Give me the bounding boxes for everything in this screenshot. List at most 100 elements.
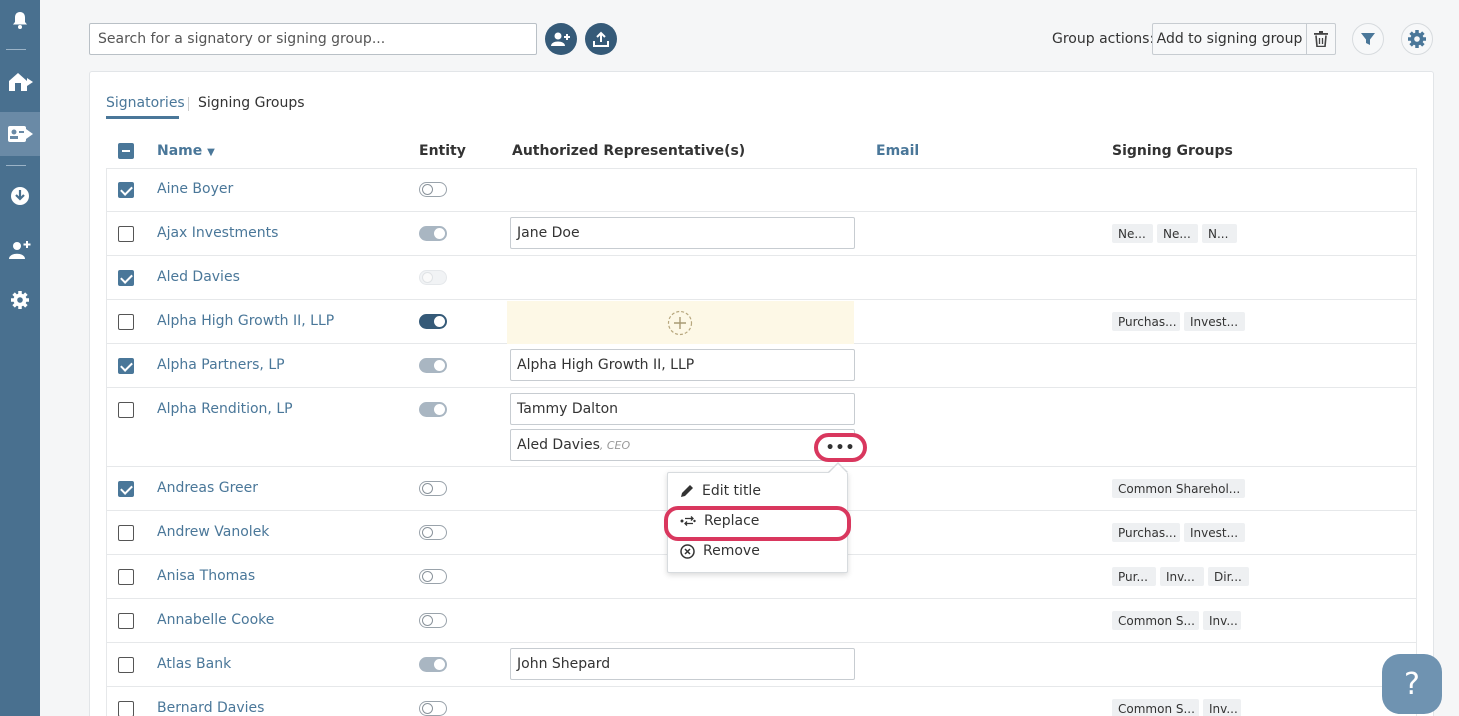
row-checkbox[interactable] [118,270,134,286]
replace-highlight [664,506,851,541]
column-header-authorized-representatives: Authorized Representative(s) [512,143,746,159]
entity-toggle[interactable] [419,569,447,584]
row-checkbox[interactable] [118,226,134,242]
signatory-name-link[interactable]: Andrew Vanolek [157,524,269,540]
signing-group-tag[interactable]: Common S... [1112,611,1199,630]
tab-signatories[interactable]: Signatories [106,95,185,111]
row-checkbox[interactable] [118,402,134,418]
representative-field[interactable]: Aled Davies, CEO [510,429,855,461]
row-checkbox[interactable] [118,613,134,629]
representative-field[interactable]: John Shepard [510,648,855,680]
help-button[interactable]: ? [1382,654,1442,714]
signing-group-tag[interactable]: Invest... [1184,523,1245,542]
menu-item-label: Edit title [702,483,761,499]
column-header-signing-groups: Signing Groups [1112,143,1233,159]
active-tab-indicator [106,116,179,119]
signatory-name-link[interactable]: Alpha High Growth II, LLP [157,313,334,329]
entity-toggle[interactable] [419,657,447,672]
row-checkbox[interactable] [118,657,134,673]
signatory-name-link[interactable]: Annabelle Cooke [157,612,274,628]
sidebar-divider [6,49,26,50]
menu-arrow-inner [829,464,847,473]
signing-group-tag[interactable]: Inv... [1160,567,1204,586]
home-icon[interactable] [0,64,40,100]
sort-desc-icon: ▼ [207,147,215,158]
signing-group-tag[interactable]: Common Sharehol... [1112,479,1245,498]
remove-circle-icon [680,543,695,559]
entity-toggle[interactable] [419,481,447,496]
entity-toggle[interactable] [419,613,447,628]
representative-name: John Shepard [517,656,611,672]
row-checkbox[interactable] [118,569,134,585]
column-header-name[interactable]: Name ▼ [157,143,215,159]
signing-group-tag[interactable]: Invest... [1184,312,1245,331]
add-circle-icon [667,310,693,336]
signatories-icon[interactable] [0,112,40,156]
select-all-checkbox[interactable] [118,143,134,159]
signing-group-tag[interactable]: N... [1202,224,1237,243]
settings-button[interactable] [1401,23,1433,55]
table-row [107,256,1416,300]
upload-button[interactable] [585,23,617,55]
delete-button[interactable] [1306,23,1336,55]
signatory-name-link[interactable]: Aine Boyer [157,181,233,197]
signatory-name-link[interactable]: Alpha Partners, LP [157,357,285,373]
representative-field[interactable]: Tammy Dalton [510,393,855,425]
entity-toggle[interactable] [419,358,447,373]
signing-group-tag[interactable]: Ne... [1112,224,1153,243]
row-checkbox[interactable] [118,358,134,374]
signatory-name-link[interactable]: Ajax Investments [157,225,278,241]
signatory-name-link[interactable]: Atlas Bank [157,656,231,672]
signatory-name-link[interactable]: Alpha Rendition, LP [157,401,293,417]
entity-toggle[interactable] [419,402,447,417]
signing-group-tag[interactable]: Purchas... [1112,523,1180,542]
tab-signing-groups[interactable]: Signing Groups [198,95,305,111]
search-input[interactable] [89,23,537,55]
bell-icon[interactable] [0,2,40,38]
signatory-name-link[interactable]: Bernard Davies [157,700,264,716]
entity-toggle[interactable] [419,701,447,716]
representative-field[interactable]: Alpha High Growth II, LLP [510,349,855,381]
signing-group-tag[interactable]: Inv... [1203,699,1241,716]
signatory-name-link[interactable]: Aled Davies [157,269,240,285]
trash-icon [1314,31,1328,47]
signatory-name-link[interactable]: Andreas Greer [157,480,258,496]
representative-name: Alpha High Growth II, LLP [517,357,695,373]
add-to-signing-group-button[interactable]: Add to signing group [1152,23,1307,55]
entity-toggle[interactable] [419,182,447,197]
entity-toggle[interactable] [419,270,447,285]
entity-toggle[interactable] [419,226,447,241]
add-person-icon[interactable] [0,232,40,268]
row-checkbox[interactable] [118,314,134,330]
signatory-name-link[interactable]: Anisa Thomas [157,568,255,584]
signing-group-tag[interactable]: Inv... [1203,611,1241,630]
row-checkbox[interactable] [118,701,134,716]
signing-group-tag[interactable]: Common S... [1112,699,1199,716]
entity-toggle[interactable] [419,525,447,540]
gear-icon [1408,30,1426,48]
column-header-entity: Entity [419,143,466,159]
signing-group-tag[interactable]: Purchas... [1112,312,1180,331]
download-icon[interactable] [0,178,40,214]
menu-item-remove[interactable]: Remove [680,543,760,559]
representative-name: Aled Davies [517,437,600,453]
representative-name: Tammy Dalton [517,401,619,417]
gear-icon[interactable] [0,282,40,318]
menu-item-label: Remove [703,543,760,559]
column-header-email[interactable]: Email [876,143,919,159]
sidebar-divider [6,165,26,166]
row-checkbox[interactable] [118,182,134,198]
representative-field[interactable]: Jane Doe [510,217,855,249]
row-checkbox[interactable] [118,525,134,541]
add-signatory-button[interactable] [545,23,577,55]
signing-group-tag[interactable]: Ne... [1157,224,1198,243]
entity-toggle[interactable] [419,314,447,329]
more-options-button[interactable]: ••• [814,433,867,462]
menu-item-edit-title[interactable]: Edit title [680,483,761,499]
signing-group-tag[interactable]: Pur... [1112,567,1156,586]
filter-button[interactable] [1352,23,1384,55]
row-checkbox[interactable] [118,481,134,497]
signing-group-tag[interactable]: Dir... [1208,567,1249,586]
add-representative-area[interactable] [507,301,854,344]
pencil-icon [681,485,693,497]
